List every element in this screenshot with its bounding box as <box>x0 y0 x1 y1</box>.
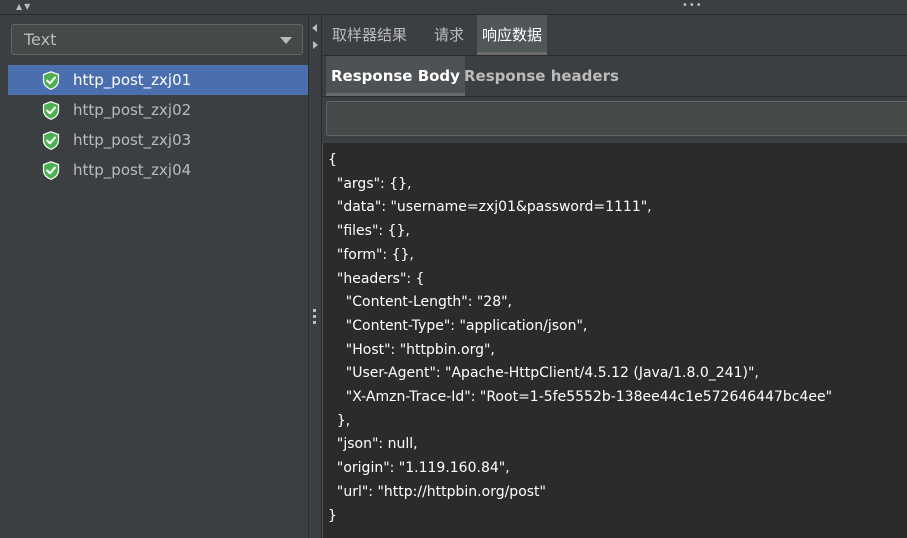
result-tree-item-label: http_post_zxj02 <box>73 101 192 119</box>
result-detail-panel: 取样器结果 请求 响应数据 Response Body Response hea… <box>322 15 907 538</box>
result-tree-item[interactable]: http_post_zxj02 <box>8 95 308 125</box>
tab-response-body[interactable]: Response Body <box>326 56 465 96</box>
result-tree-item-label: http_post_zxj03 <box>73 131 192 149</box>
results-tree: http_post_zxj01 http_post_zxj02 http_post_… <box>8 65 308 185</box>
result-tree-item[interactable]: http_post_zxj04 <box>8 155 308 185</box>
response-body-viewer[interactable]: { "args": {}, "data": "username=zxj01&pa… <box>322 143 907 538</box>
result-tree-item[interactable]: http_post_zxj01 <box>8 65 308 95</box>
result-tree-item-label: http_post_zxj01 <box>73 71 192 89</box>
renderer-select-value: Text <box>24 30 57 49</box>
chevron-down-icon[interactable] <box>280 37 292 44</box>
expand-right-icon[interactable] <box>313 41 318 49</box>
collapse-expand-arrows-icon[interactable]: ▲▼ <box>16 0 32 14</box>
detail-tabs: 取样器结果 请求 响应数据 <box>322 15 907 56</box>
panel-splitter[interactable] <box>309 15 322 538</box>
shield-check-icon <box>42 131 60 150</box>
tab-response-data[interactable]: 响应数据 <box>477 15 548 55</box>
collapse-left-icon[interactable] <box>312 24 317 32</box>
response-body-text: { "args": {}, "data": "username=zxj01&pa… <box>328 152 833 524</box>
drag-handle-icon[interactable]: ••• <box>682 0 703 12</box>
search-input[interactable] <box>326 101 907 136</box>
result-tree-item[interactable]: http_post_zxj03 <box>8 125 308 155</box>
results-tree-panel: Text http_post_zxj01 http_post_zxj02 http_… <box>0 15 309 538</box>
tab-response-headers[interactable]: Response headers <box>459 56 624 96</box>
shield-check-icon <box>42 161 60 180</box>
shield-check-icon <box>42 101 60 120</box>
response-subtabs: Response Body Response headers <box>322 56 907 97</box>
splitter-grip-icon[interactable] <box>313 309 317 327</box>
renderer-select[interactable]: Text <box>11 24 303 55</box>
tab-request[interactable]: 请求 <box>429 15 469 55</box>
tab-sampler-result[interactable]: 取样器结果 <box>327 15 412 55</box>
result-tree-item-label: http_post_zxj04 <box>73 161 192 179</box>
top-toolbar: ▲▼ ••• <box>0 0 907 15</box>
shield-check-icon <box>42 71 60 90</box>
